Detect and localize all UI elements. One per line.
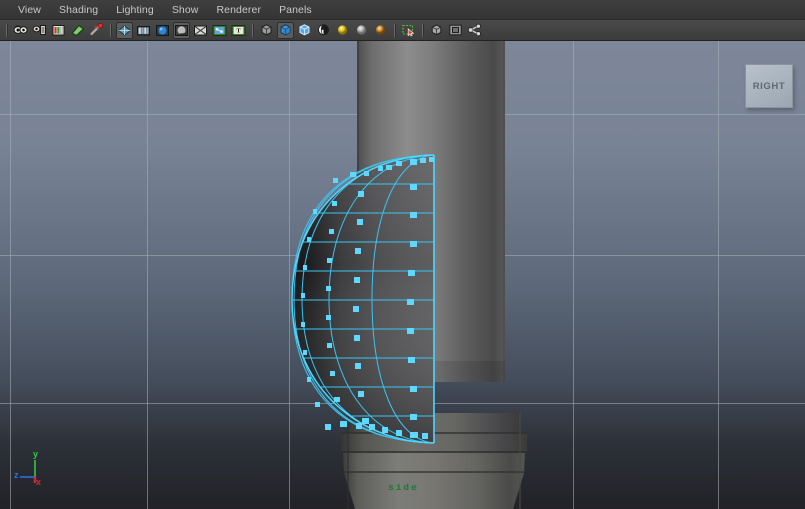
checker-sphere-icon[interactable] (315, 22, 332, 39)
toolbar-separator (107, 22, 114, 39)
wireframe-on-shaded-icon[interactable] (116, 21, 133, 39)
default-light-sphere-icon[interactable] (334, 22, 351, 39)
axis-orientation-gizmo: y z x (14, 447, 56, 487)
flat-shade-cube-icon[interactable] (296, 22, 313, 39)
marquee-select-icon[interactable] (400, 22, 417, 39)
xray-joints-icon[interactable] (211, 22, 228, 39)
menu-panels[interactable]: Panels (270, 0, 321, 20)
viewport-menu-bar: View Shading Lighting Show Renderer Pane… (0, 0, 805, 20)
scene-geometry (285, 41, 527, 509)
image-plane-icon[interactable] (50, 22, 67, 39)
axis-label-x: x (36, 477, 42, 487)
hemisphere-dome[interactable] (285, 154, 440, 444)
menu-show[interactable]: Show (163, 0, 208, 20)
grease-pencil-icon[interactable] (88, 22, 105, 39)
bounding-box-cube-icon[interactable] (258, 22, 275, 39)
two-d-pan-zoom-icon[interactable] (69, 22, 86, 39)
xray-icon[interactable] (192, 22, 209, 39)
isolate-select-icon[interactable] (428, 22, 445, 39)
menu-lighting[interactable]: Lighting (107, 0, 163, 20)
select-camera-icon[interactable] (12, 22, 29, 39)
texture-border-icon[interactable]: T (230, 22, 247, 39)
menu-shading[interactable]: Shading (50, 0, 107, 20)
toolbar-separator (3, 22, 10, 39)
camera-name-label: side (388, 482, 419, 493)
axis-label-z: z (14, 470, 19, 480)
frame-selection-icon[interactable] (447, 22, 464, 39)
menu-view[interactable]: View (9, 0, 50, 20)
view-cube-right-button[interactable]: RIGHT (745, 64, 793, 108)
smooth-shade-all-icon[interactable] (154, 22, 171, 39)
viewport-3d-canvas[interactable]: RIGHT side y z x (0, 41, 805, 509)
toolbar-separator (249, 22, 256, 39)
toolbar-separator (391, 22, 398, 39)
maya-viewport-window: View Shading Lighting Show Renderer Pane… (0, 0, 805, 509)
shadows-icon[interactable] (173, 21, 190, 39)
hardware-texturing-icon[interactable] (135, 22, 152, 39)
smooth-shade-cube-icon[interactable] (277, 21, 294, 39)
svg-text:T: T (236, 27, 241, 34)
viewport-toolbar: T (0, 20, 805, 41)
view-cube-label: RIGHT (752, 80, 786, 92)
camera-attributes-icon[interactable] (31, 22, 48, 39)
menu-renderer[interactable]: Renderer (207, 0, 270, 20)
all-lights-sphere-icon[interactable] (353, 22, 370, 39)
hypershade-node-icon[interactable] (466, 22, 483, 39)
toolbar-separator (419, 22, 426, 39)
scene-light-sphere-icon[interactable] (372, 22, 389, 39)
axis-label-y: y (33, 449, 39, 459)
